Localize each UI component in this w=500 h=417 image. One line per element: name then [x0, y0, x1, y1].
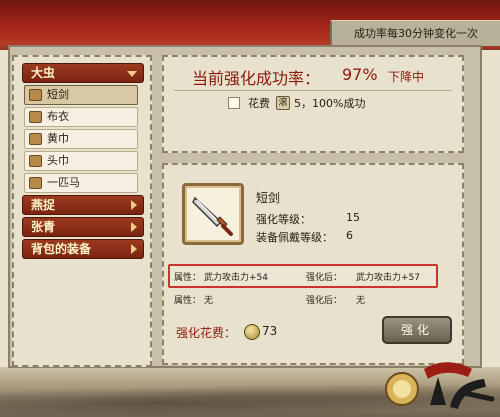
list-item-label: 黄巾: [47, 132, 69, 145]
rate-change-notice: 成功率每30分钟变化一次: [330, 20, 500, 46]
game-logo: [385, 362, 495, 409]
category-label: 燕捉: [31, 198, 56, 212]
after-value: 无: [356, 296, 366, 306]
item-slot[interactable]: [182, 183, 244, 245]
category-backpack-equipment[interactable]: 背包的装备: [22, 239, 144, 259]
list-item-duanjian[interactable]: 短剑: [24, 85, 138, 105]
list-item-horse[interactable]: 一匹马: [24, 173, 138, 193]
enhance-level-label: 强化等级：: [256, 213, 311, 226]
fee-text: 5，100%成功: [294, 97, 366, 110]
coin-icon: [244, 324, 260, 340]
chevron-right-icon: [131, 200, 137, 210]
after-value: 武力攻击力+57: [356, 273, 420, 283]
after-label: 强化后：: [306, 296, 343, 306]
divider: [174, 90, 452, 91]
chevron-right-icon: [131, 244, 137, 254]
after-label: 强化后：: [306, 273, 343, 283]
list-item-label: 短剑: [47, 88, 69, 101]
list-item-huangjin[interactable]: 黄巾: [24, 129, 138, 149]
attr-label: 属性：: [174, 296, 202, 306]
sword-icon: [29, 89, 42, 101]
attr-value: 无: [204, 296, 214, 306]
cost-value: 73: [262, 324, 278, 338]
success-rate-status: 下降中: [388, 70, 425, 84]
enhance-level-value: 15: [346, 211, 360, 224]
success-rate-title: 当前强化成功率：: [192, 69, 321, 88]
category-yanzhuo[interactable]: 燕捉: [22, 195, 144, 215]
enhance-button[interactable]: 强化: [382, 316, 452, 344]
wear-level-value: 6: [346, 229, 353, 242]
guarantee-checkbox[interactable]: [228, 97, 240, 109]
attr-value: 武力攻击力+54: [204, 273, 268, 283]
list-item-label: 一匹马: [47, 176, 80, 189]
equipment-list-panel: 大虫 短剑 布衣 黄巾 头巾 一匹马 燕捉 张青 背包的装备: [12, 55, 152, 367]
chevron-down-icon: [127, 71, 137, 77]
category-zhangqing[interactable]: 张青: [22, 217, 144, 237]
success-rate-panel: 当前强化成功率： 97% 下降中 花费 滚 5，100%成功: [162, 55, 464, 153]
list-item-buyi[interactable]: 布衣: [24, 107, 138, 127]
enhance-detail-panel: 短剑 强化等级： 15 装备佩戴等级： 6 属性： 武力攻击力+54 强化后： …: [162, 163, 464, 365]
cloth-icon: [29, 111, 42, 123]
cost-label: 强化花费：: [176, 326, 237, 340]
scroll-icon: 滚: [276, 96, 290, 110]
category-label: 背包的装备: [31, 242, 92, 256]
attr-label: 属性：: [174, 273, 202, 283]
success-rate-value: 97%: [342, 65, 378, 84]
headband-icon: [29, 155, 42, 167]
fee-label: 花费: [248, 97, 270, 110]
category-dachong[interactable]: 大虫: [22, 63, 144, 83]
wear-level-label: 装备佩戴等级：: [256, 231, 333, 244]
category-label: 大虫: [31, 66, 56, 80]
list-item-label: 头巾: [47, 154, 69, 167]
headscarf-icon: [29, 133, 42, 145]
horse-icon: [29, 177, 42, 189]
item-name: 短剑: [256, 191, 281, 205]
list-item-toujin[interactable]: 头巾: [24, 151, 138, 171]
broadsword-icon: [192, 196, 233, 236]
chevron-right-icon: [131, 222, 137, 232]
list-item-label: 布衣: [47, 110, 69, 123]
category-label: 张青: [31, 220, 56, 234]
